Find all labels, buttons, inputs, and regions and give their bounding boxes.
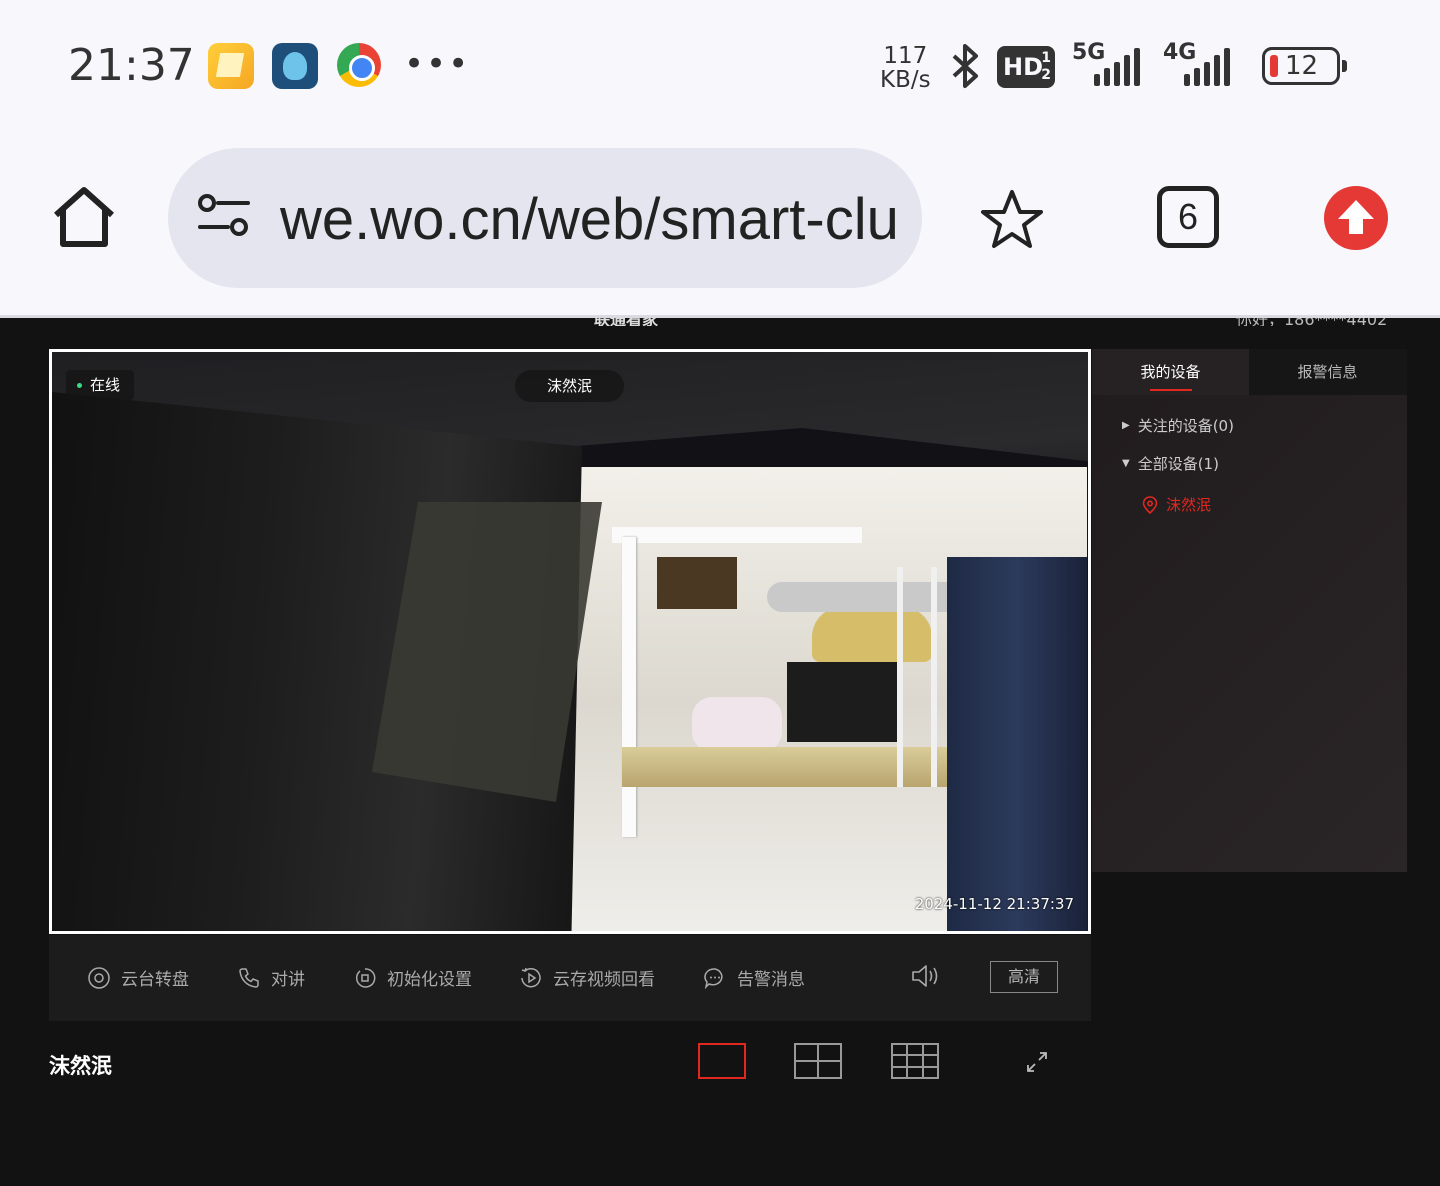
video-player[interactable]: 在线 沫然泯 2024-11-12 21:37:37: [49, 349, 1091, 934]
url-text: we.wo.cn/web/smart-clu: [280, 187, 899, 252]
bluetooth-icon: [952, 44, 978, 88]
bookmark-star-icon[interactable]: [980, 188, 1044, 250]
cloud-playback-button[interactable]: 云存视频回看: [519, 965, 655, 990]
battery-level: 12: [1285, 51, 1319, 81]
device-name: 沫然泯: [1166, 496, 1212, 514]
address-bar[interactable]: we.wo.cn/web/smart-clu: [168, 148, 922, 288]
all-devices-label: 全部设备(1): [1137, 455, 1219, 473]
hd-voice-icon: HD 1 2: [997, 46, 1055, 88]
alarm-messages-label: 告警消息: [737, 970, 805, 990]
home-icon[interactable]: [50, 185, 118, 249]
talk-label: 对讲: [271, 970, 305, 990]
tree-all-devices[interactable]: ▼ 全部设备(1): [1122, 453, 1219, 474]
update-button[interactable]: [1324, 186, 1388, 250]
hd-label: HD: [1003, 53, 1044, 81]
page-header: 联通看家 你好，186****4402: [0, 318, 1440, 326]
tab-alarm-info[interactable]: 报警信息: [1249, 349, 1406, 395]
network-speed-unit: KB/s: [880, 67, 931, 93]
layout-nine-button[interactable]: [891, 1043, 939, 1079]
notes-app-icon: [208, 43, 254, 89]
hd-sub-2: 2: [1041, 67, 1051, 83]
user-greeting: 你好，186****4402: [1236, 318, 1387, 326]
layout-quad-button[interactable]: [794, 1043, 842, 1079]
init-settings-button[interactable]: 初始化设置: [353, 965, 472, 990]
video-timestamp: 2024-11-12 21:37:37: [914, 895, 1074, 913]
reset-icon: [355, 967, 376, 988]
signal-icon: [1094, 48, 1140, 86]
ptz-icon: [88, 966, 110, 989]
browser-toolbar: we.wo.cn/web/smart-clu 6: [0, 130, 1440, 318]
more-notifications-icon: •••: [404, 44, 471, 84]
layout-single-button[interactable]: [698, 1043, 746, 1079]
replay-icon: [521, 967, 541, 987]
quality-toggle-button[interactable]: 高清: [990, 961, 1058, 993]
chevron-down-icon: ▼: [1122, 458, 1130, 469]
device-side-panel: 我的设备 报警信息 ▶ 关注的设备(0) ▼ 全部设备(1) 沫然泯: [1092, 349, 1407, 872]
online-dot-icon: [77, 383, 82, 388]
network-speed-value: 117: [883, 43, 928, 69]
location-pin-icon: [1142, 495, 1158, 514]
chevron-right-icon: ▶: [1122, 420, 1130, 431]
talk-button[interactable]: 对讲: [237, 965, 305, 990]
init-settings-label: 初始化设置: [387, 970, 472, 990]
volume-icon[interactable]: [910, 963, 940, 989]
bird-app-icon: [272, 43, 318, 89]
current-camera-title: 沫然泯: [49, 1054, 112, 1078]
camera-name-badge: 沫然泯: [515, 370, 625, 402]
fullscreen-icon[interactable]: [1025, 1050, 1049, 1074]
online-status-badge: 在线: [66, 370, 135, 400]
tree-followed-devices[interactable]: ▶ 关注的设备(0): [1122, 415, 1234, 436]
chrome-icon: [337, 43, 381, 87]
network-speed: 117 KB/s: [880, 44, 931, 92]
tab-my-devices[interactable]: 我的设备: [1092, 349, 1249, 395]
hd-sub-1: 1: [1041, 50, 1051, 66]
status-bar: 21:37 ••• 117 KB/s HD 1 2 5G 4G 12: [0, 0, 1440, 130]
cloud-playback-label: 云存视频回看: [553, 970, 655, 990]
phone-icon: [239, 967, 259, 988]
message-icon: [704, 967, 723, 989]
tab-switcher-button[interactable]: 6: [1157, 186, 1219, 248]
online-status-text: 在线: [90, 376, 121, 394]
video-control-bar: 云台转盘 对讲 初始化设置 云存视频回看 告警消息 高清: [49, 935, 1091, 1021]
alarm-messages-button[interactable]: 告警消息: [703, 965, 805, 990]
clock: 21:37: [68, 40, 195, 91]
ptz-label: 云台转盘: [121, 970, 189, 990]
side-panel-tabs: 我的设备 报警信息: [1092, 349, 1407, 395]
ptz-button[interactable]: 云台转盘: [87, 965, 189, 990]
signal-icon-2: [1184, 48, 1230, 86]
followed-devices-label: 关注的设备(0): [1137, 417, 1234, 435]
camera-feed: [527, 467, 1087, 931]
battery-icon: 12: [1262, 47, 1347, 85]
site-settings-icon[interactable]: [196, 194, 252, 238]
page-title: 联通看家: [594, 318, 658, 326]
device-item[interactable]: 沫然泯: [1142, 494, 1211, 515]
arrow-up-icon: [1338, 200, 1374, 234]
